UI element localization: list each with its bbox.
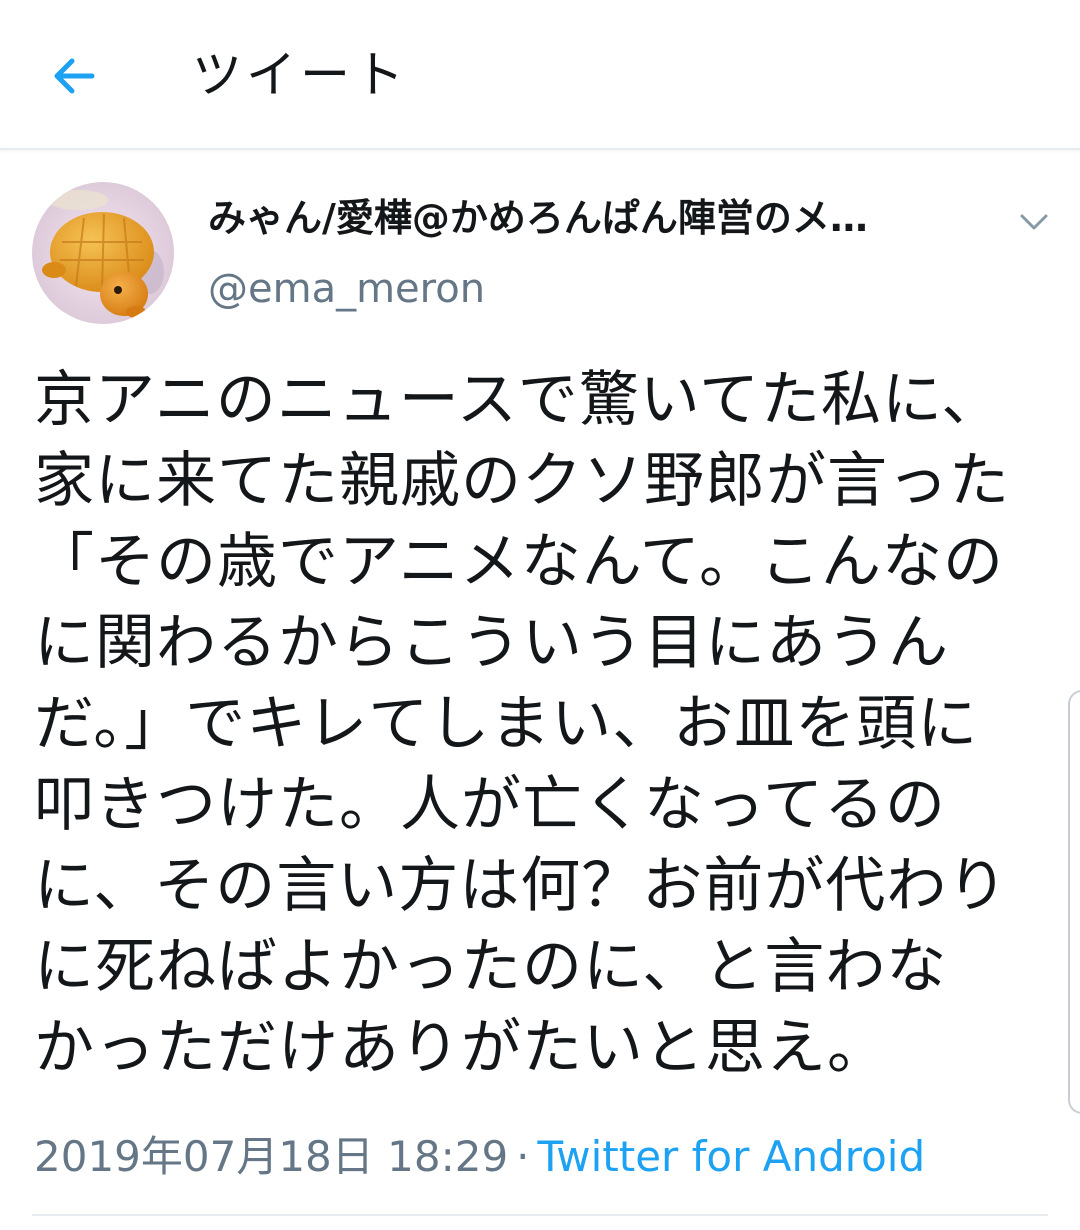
tweet-text-line: に死ねばよかったのに、と言わな	[34, 932, 948, 1002]
avatar[interactable]	[32, 182, 174, 324]
tweet-text-line: に、その言い方は何？お前が代わり	[34, 851, 1009, 921]
tweet-text-line: かっただけありがたいと思え。	[34, 1013, 888, 1083]
tweet-meta: 2019年07月18日 18:29 · Twitter for Android	[34, 1129, 925, 1185]
divider	[32, 1214, 1048, 1216]
author-display-name[interactable]: みゃん/愛樺@かめろんぱん陣営のメ…	[208, 192, 988, 244]
tweet-text: 京アニのニュースで驚いてた私に、 家に来てた親戚のクソ野郎が言った 「その歳でア…	[34, 360, 1054, 1089]
tweet-source-link[interactable]: Twitter for Android	[538, 1132, 926, 1181]
author-handle[interactable]: @ema_meron	[208, 263, 485, 315]
tweet-text-line: 叩きつけた。人が亡くなってるの	[34, 770, 946, 840]
tweet-timestamp[interactable]: 2019年07月18日 18:29	[34, 1132, 508, 1181]
tweet-text-line: 家に来てた親戚のクソ野郎が言った	[34, 446, 1010, 516]
tweet-text-line: 京アニのニュースで驚いてた私に、	[34, 365, 1003, 435]
meta-separator: ·	[516, 1132, 530, 1181]
top-app-bar: ツイート	[0, 0, 1080, 150]
scrollbar-handle[interactable]	[1068, 690, 1080, 1114]
turtle-melonpan-avatar	[32, 182, 174, 324]
page-title: ツイート	[192, 46, 408, 104]
back-button[interactable]	[38, 40, 110, 112]
tweet-text-line: 「その歳でアニメなんて。こんなの	[34, 527, 1004, 597]
tweet-text-line: に関わるからこういう目にあうん	[34, 608, 949, 678]
arrow-left-icon	[54, 58, 95, 94]
tweet-text-line: だ。」でキレてしまい、お皿を頭に	[34, 689, 979, 759]
chevron-down-icon[interactable]	[1014, 202, 1054, 242]
tweet-detail: みゃん/愛樺@かめろんぱん陣営のメ… @ema_meron 京アニのニュースで驚…	[0, 150, 1080, 1230]
